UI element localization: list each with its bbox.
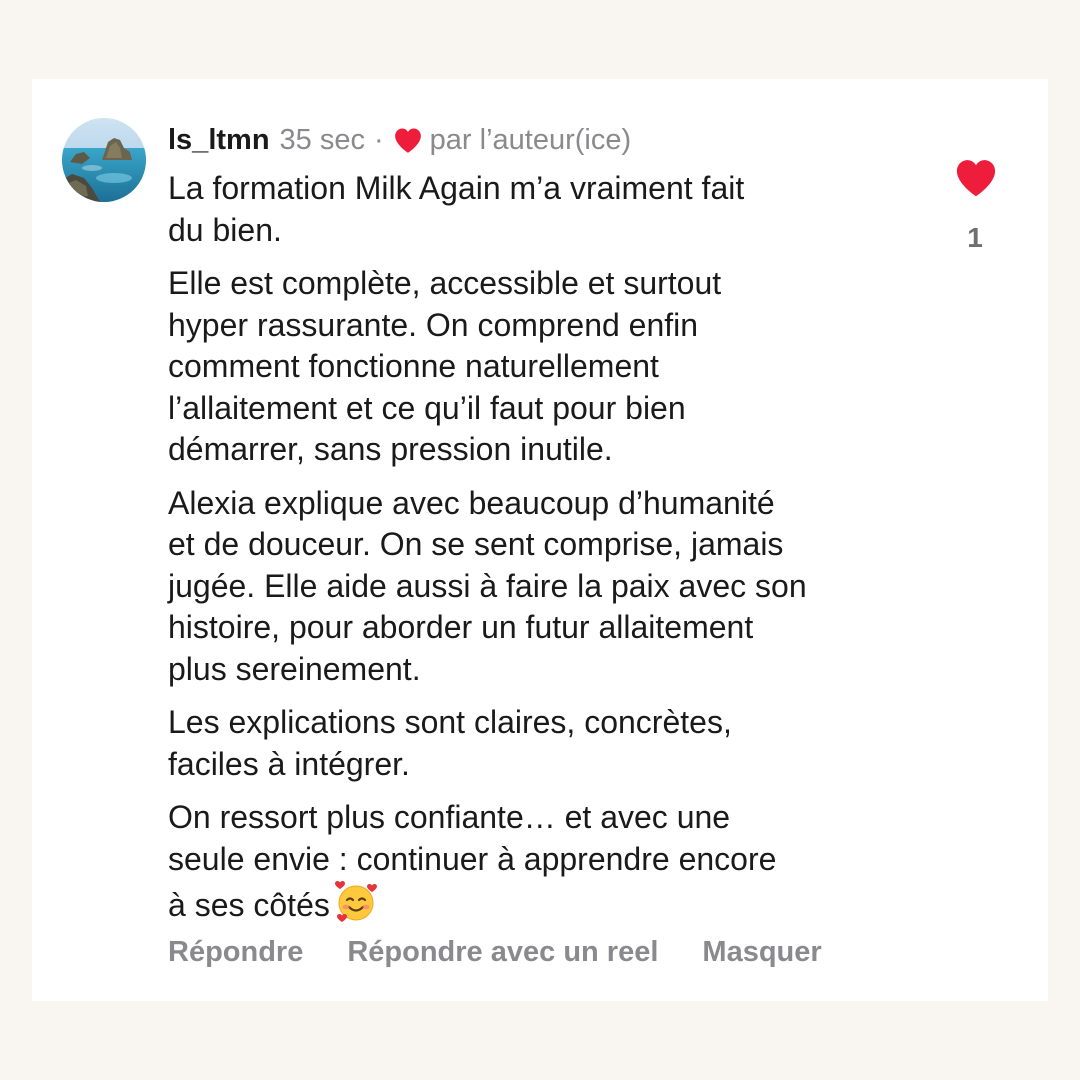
comment-paragraph-last: On ressort plus confiante… et avec une s…	[168, 797, 928, 927]
username[interactable]: ls_ltmn	[168, 124, 270, 157]
hide-button[interactable]: Masquer	[702, 936, 821, 969]
comment-paragraph: Alexia explique avec beaucoup d’humanité…	[168, 484, 807, 687]
avatar-photo-icon	[62, 118, 146, 202]
comment-actions: Répondre Répondre avec un reel Masquer	[168, 930, 822, 974]
comment-text: La formation Milk Again m’a vraiment fai…	[168, 168, 928, 939]
like-heart-icon[interactable]	[954, 158, 998, 198]
user-avatar[interactable]	[62, 118, 146, 202]
reply-button[interactable]: Répondre	[168, 936, 303, 969]
meta-separator: ·	[373, 123, 384, 156]
comment-paragraph: La formation Milk Again m’a vraiment fai…	[168, 170, 745, 248]
like-count: 1	[967, 222, 983, 253]
comment-paragraph: On ressort plus confiante… et avec une s…	[168, 799, 777, 923]
comment-paragraph: Elle est complète, accessible et surtout…	[168, 265, 722, 467]
reply-with-reel-button[interactable]: Répondre avec un reel	[347, 936, 658, 969]
comment-time: 35 sec	[279, 123, 365, 156]
author-liked-label: par l’auteur(ice)	[429, 123, 632, 156]
comment-paragraph: Les explications sont claires, concrètes…	[168, 704, 732, 782]
smiling-face-with-hearts-icon	[334, 881, 377, 922]
comment-header: ls_ltmn 35 sec · par l’auteur(ice)	[168, 118, 631, 162]
author-liked-heart-icon	[394, 127, 421, 153]
